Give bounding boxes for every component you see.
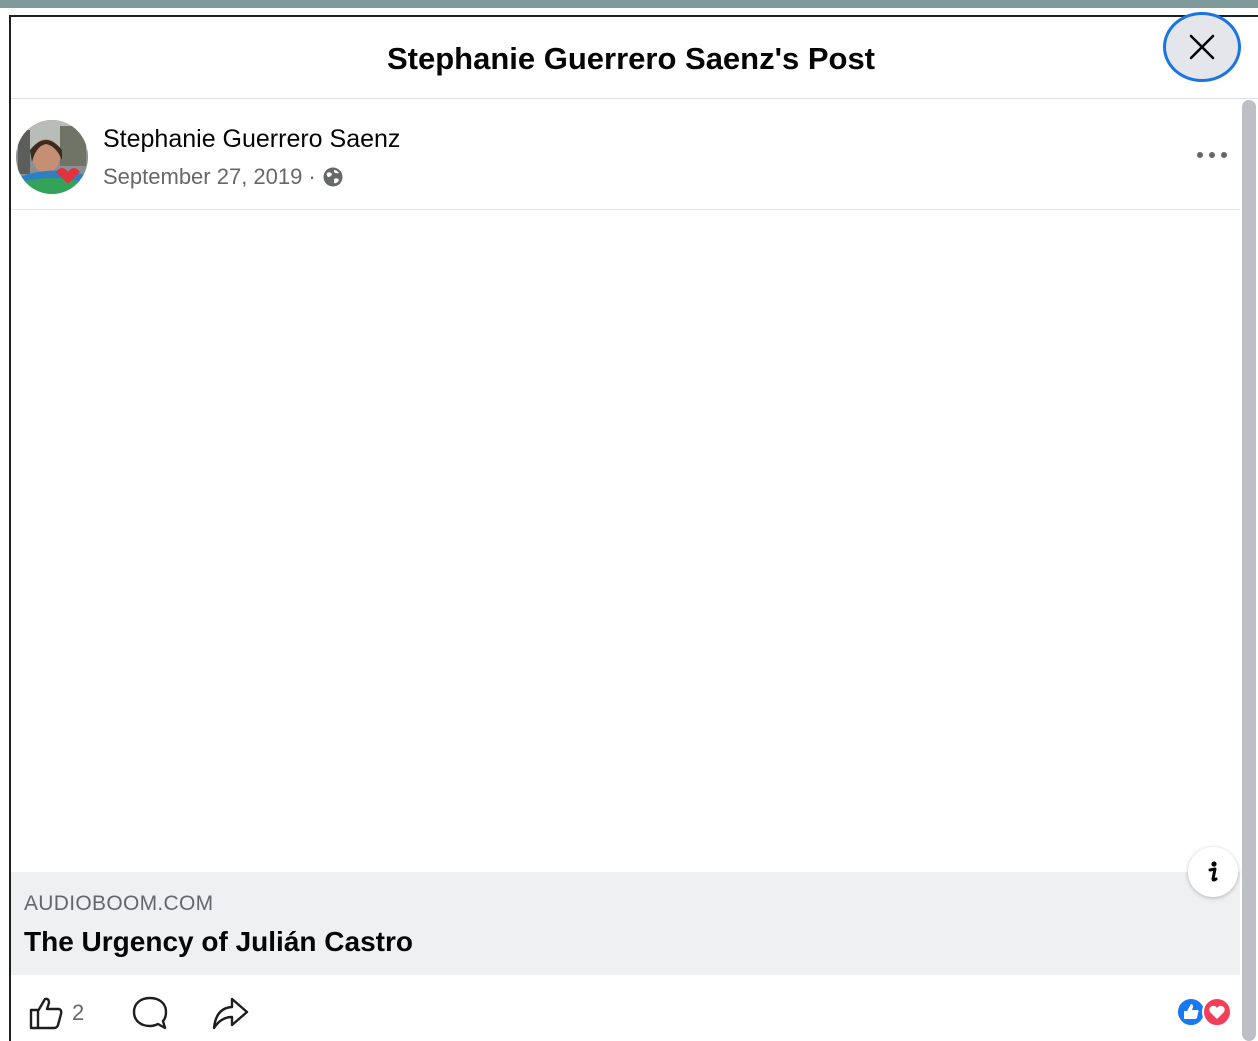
page-title: Stephanie Guerrero Saenz's Post — [386, 41, 876, 76]
avatar[interactable] — [16, 120, 88, 194]
reaction-summary[interactable] — [1176, 997, 1232, 1027]
post-actions: 2 — [11, 975, 1240, 1041]
close-icon — [1189, 34, 1215, 60]
post-author[interactable]: Stephanie Guerrero Saenz — [103, 125, 400, 154]
like-button[interactable]: 2 — [28, 995, 84, 1031]
comment-button[interactable] — [131, 995, 169, 1031]
share-icon — [212, 997, 249, 1030]
globe-icon — [323, 167, 343, 187]
post-date[interactable]: September 27, 2019 — [103, 164, 302, 190]
post-media[interactable] — [11, 210, 1240, 872]
more-options-button[interactable] — [1191, 140, 1233, 170]
love-reaction-icon — [1202, 997, 1232, 1027]
thumbs-up-icon — [29, 997, 63, 1030]
info-button[interactable] — [1188, 847, 1238, 897]
post-header: Stephanie Guerrero Saenz September 27, 2… — [11, 100, 1240, 210]
like-count: 2 — [72, 1000, 85, 1025]
more-options-icon — [1197, 152, 1227, 158]
dialog-header: Stephanie Guerrero Saenz's Post — [11, 15, 1258, 99]
link-domain: AUDIOBOOM.COM — [24, 892, 214, 915]
link-preview[interactable]: AUDIOBOOM.COM The Urgency of Julián Cast… — [11, 872, 1240, 975]
info-icon — [1208, 861, 1218, 882]
share-button[interactable] — [211, 995, 249, 1031]
meta-separator: · — [308, 164, 316, 189]
comment-icon — [132, 996, 168, 1030]
link-title[interactable]: The Urgency of Julián Castro — [24, 926, 413, 958]
scrollbar[interactable] — [1242, 100, 1256, 1041]
post-meta: September 27, 2019 · — [103, 164, 344, 190]
close-button[interactable] — [1166, 15, 1238, 79]
window-top-bar — [0, 0, 1258, 8]
